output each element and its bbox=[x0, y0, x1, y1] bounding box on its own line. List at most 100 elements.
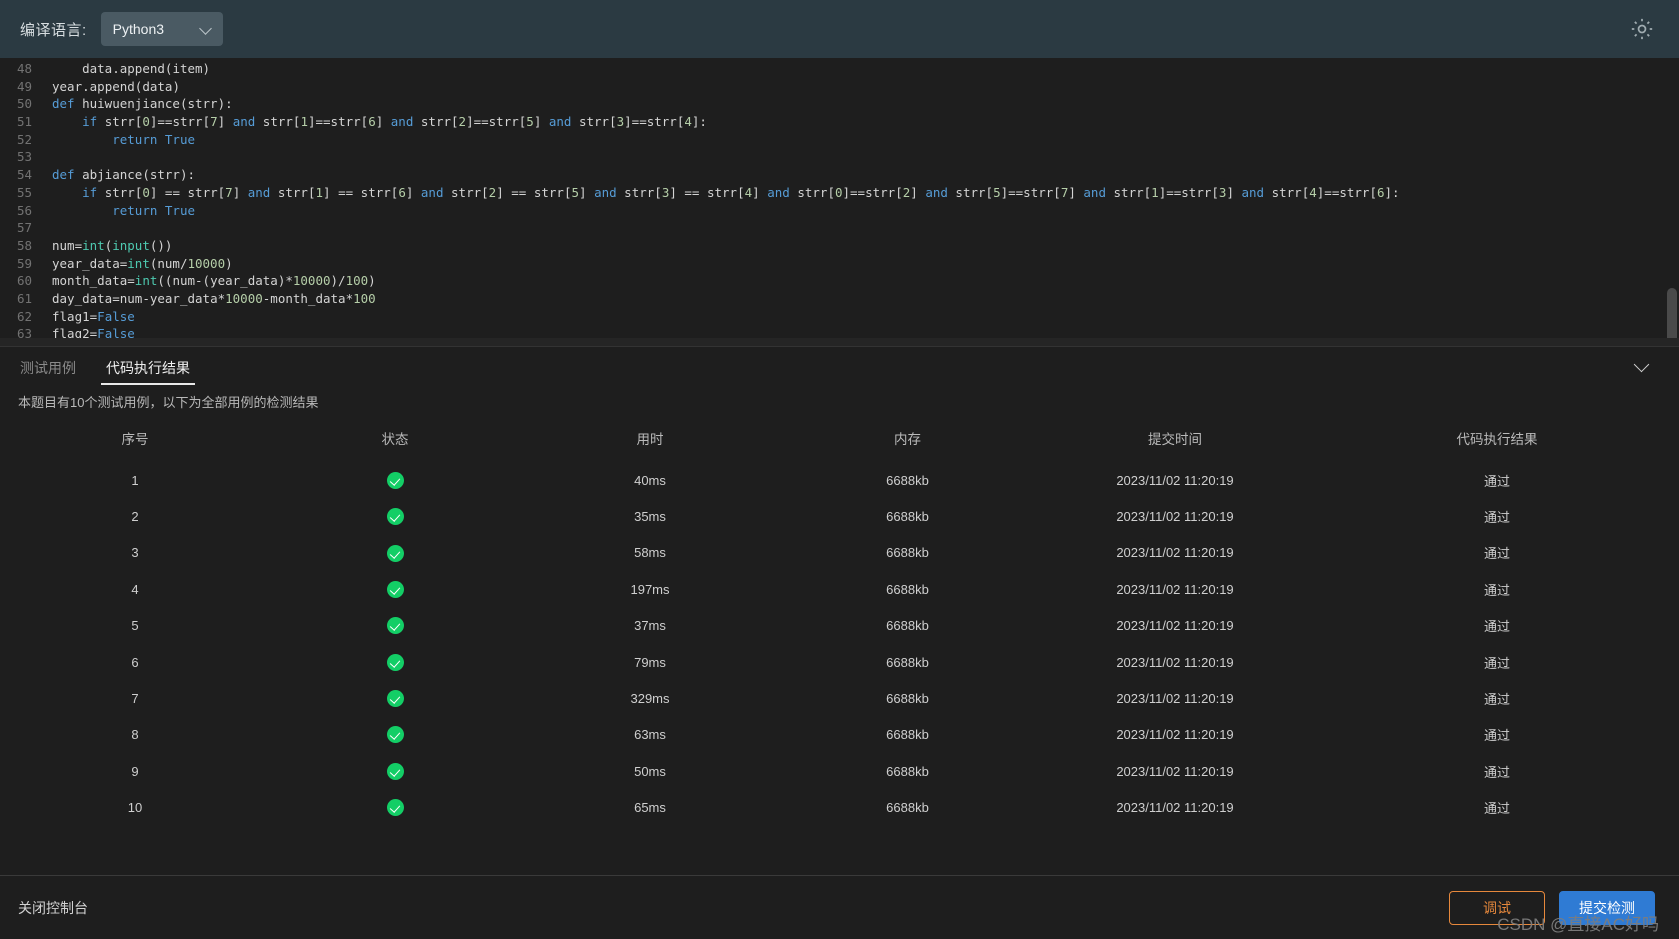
cell-submitted-time: 2023/11/02 11:20:19 bbox=[1116, 763, 1234, 779]
table-row: 3 58ms 6688kb 2023/11/02 11:20:19 通过 bbox=[0, 535, 1679, 571]
cell-result: 通过 bbox=[1483, 473, 1510, 489]
code-line: 52 return True bbox=[0, 131, 1679, 149]
table-row: 5 37ms 6688kb 2023/11/02 11:20:19 通过 bbox=[0, 608, 1679, 644]
cell-time: 58ms bbox=[634, 545, 666, 561]
results-table: 序号 状态 用时 内存 提交时间 代码执行结果 1 40ms 6688kb 2023/… bbox=[0, 420, 1679, 826]
code-line: 56 return True bbox=[0, 202, 1679, 220]
code-line-text: return True bbox=[112, 131, 196, 147]
cell-memory: 6688kb bbox=[886, 763, 929, 779]
code-line-number: 55 bbox=[16, 184, 32, 200]
code-line: 62 flag1=False bbox=[0, 308, 1679, 326]
code-line: 51 if strr[0]==strr[7] and strr[1]==strr… bbox=[0, 113, 1679, 131]
console-tabs: 测试用例 代码执行结果 bbox=[0, 347, 1679, 387]
cell-submitted-time: 2023/11/02 11:20:19 bbox=[1116, 727, 1234, 743]
pass-check-icon bbox=[386, 544, 404, 562]
editor-horizontal-scrollbar[interactable] bbox=[0, 338, 1679, 346]
cell-time: 63ms bbox=[634, 727, 666, 743]
pass-check-icon bbox=[386, 726, 404, 744]
column-header-submitted: 提交时间 bbox=[1148, 432, 1202, 447]
pass-check-icon bbox=[386, 762, 404, 780]
cell-memory: 6688kb bbox=[886, 800, 929, 816]
cell-result: 通过 bbox=[1483, 764, 1510, 780]
cell-time: 37ms bbox=[634, 618, 666, 634]
cell-status bbox=[270, 644, 520, 680]
compile-language-label: 编译语言: bbox=[20, 21, 87, 39]
cell-memory: 6688kb bbox=[886, 545, 929, 561]
code-line-number: 52 bbox=[16, 131, 32, 147]
cell-submitted-time: 2023/11/02 11:20:19 bbox=[1116, 800, 1234, 816]
chevron-down-icon bbox=[201, 23, 213, 35]
column-header-result: 代码执行结果 bbox=[1456, 432, 1538, 447]
table-row: 7 329ms 6688kb 2023/11/02 11:20:19 通过 bbox=[0, 680, 1679, 716]
code-line-number: 62 bbox=[16, 308, 32, 324]
table-row: 9 50ms 6688kb 2023/11/02 11:20:19 通过 bbox=[0, 753, 1679, 789]
results-table-body: 1 40ms 6688kb 2023/11/02 11:20:19 通过 2 35ms 668… bbox=[0, 462, 1679, 826]
debug-button[interactable]: 调试 bbox=[1449, 890, 1545, 925]
code-line-number: 60 bbox=[16, 273, 32, 289]
code-line-number: 53 bbox=[16, 149, 32, 165]
cell-time: 50ms bbox=[634, 763, 666, 779]
cell-status bbox=[270, 571, 520, 607]
code-line-number: 61 bbox=[16, 290, 32, 306]
cell-time: 65ms bbox=[634, 800, 666, 816]
cell-status bbox=[270, 498, 520, 534]
column-header-memory: 内存 bbox=[894, 432, 921, 447]
cell-time: 40ms bbox=[634, 472, 666, 488]
cell-result: 通过 bbox=[1483, 692, 1510, 708]
cell-result: 通过 bbox=[1483, 546, 1510, 562]
code-line: 59 year_data=int(num/10000) bbox=[0, 255, 1679, 273]
cell-index: 6 bbox=[131, 654, 139, 670]
cell-result: 通过 bbox=[1483, 582, 1510, 598]
tab-execution-result[interactable]: 代码执行结果 bbox=[101, 348, 195, 387]
cell-memory: 6688kb bbox=[886, 691, 929, 707]
cell-status bbox=[270, 462, 520, 498]
cell-index: 4 bbox=[131, 581, 139, 597]
cell-memory: 6688kb bbox=[886, 509, 929, 525]
close-console-button[interactable]: 关闭控制台 bbox=[18, 898, 88, 918]
cell-status bbox=[270, 717, 520, 753]
cell-submitted-time: 2023/11/02 11:20:19 bbox=[1116, 472, 1234, 488]
console-info-text: 本题目有10个测试用例，以下为全部用例的检测结果 bbox=[18, 395, 319, 410]
cell-memory: 6688kb bbox=[886, 618, 929, 634]
gear-icon[interactable] bbox=[1629, 16, 1655, 42]
code-editor[interactable]: 48 data.append(item) 49 year.append(data) 5… bbox=[0, 58, 1679, 347]
code-line-number: 48 bbox=[16, 61, 32, 76]
tab-test-cases[interactable]: 测试用例 bbox=[18, 348, 78, 387]
cell-submitted-time: 2023/11/02 11:20:19 bbox=[1116, 509, 1234, 525]
chevron-down-icon[interactable] bbox=[1633, 359, 1651, 371]
code-line-number: 56 bbox=[16, 202, 32, 218]
cell-submitted-time: 2023/11/02 11:20:19 bbox=[1116, 654, 1234, 670]
cell-status bbox=[270, 535, 520, 571]
code-line-text: year_data=int(num/10000) bbox=[52, 255, 233, 271]
cell-result: 通过 bbox=[1483, 510, 1510, 526]
code-line-text: def huiwuenjiance(strr): bbox=[52, 96, 233, 112]
cell-index: 3 bbox=[131, 545, 139, 561]
cell-result: 通过 bbox=[1483, 655, 1510, 671]
column-header-index: 序号 bbox=[121, 432, 149, 447]
code-line: 58 num=int(input()) bbox=[0, 237, 1679, 255]
code-line-text: month_data=int((num-(year_data)*10000)/1… bbox=[52, 273, 376, 289]
table-row: 6 79ms 6688kb 2023/11/02 11:20:19 通过 bbox=[0, 644, 1679, 680]
code-line: 48 data.append(item) bbox=[0, 60, 1679, 78]
code-line-number: 51 bbox=[16, 114, 32, 130]
results-table-header-row: 序号 状态 用时 内存 提交时间 代码执行结果 bbox=[0, 420, 1679, 462]
code-lines[interactable]: 48 data.append(item) 49 year.append(data) 5… bbox=[0, 58, 1679, 343]
console-panel: 测试用例 代码执行结果 本题目有10个测试用例，以下为全部用例的检测结果 序号 … bbox=[0, 347, 1679, 875]
cell-index: 1 bbox=[131, 472, 139, 488]
code-line-text: year.append(data) bbox=[52, 78, 180, 94]
code-line-number: 49 bbox=[16, 78, 32, 94]
results-table-wrapper: 序号 状态 用时 内存 提交时间 代码执行结果 1 40ms 6688kb 2023/… bbox=[0, 420, 1679, 875]
cell-time: 197ms bbox=[630, 581, 670, 597]
submit-button[interactable]: 提交检测 bbox=[1559, 890, 1655, 925]
cell-status bbox=[270, 790, 520, 826]
table-row: 10 65ms 6688kb 2023/11/02 11:20:19 通过 bbox=[0, 790, 1679, 826]
language-select[interactable]: Python3 bbox=[100, 12, 223, 46]
table-row: 8 63ms 6688kb 2023/11/02 11:20:19 通过 bbox=[0, 717, 1679, 753]
cell-submitted-time: 2023/11/02 11:20:19 bbox=[1116, 691, 1234, 707]
cell-memory: 6688kb bbox=[886, 472, 929, 488]
cell-time: 329ms bbox=[630, 691, 670, 707]
cell-submitted-time: 2023/11/02 11:20:19 bbox=[1116, 618, 1234, 634]
language-select-value: Python3 bbox=[112, 21, 165, 37]
cell-index: 10 bbox=[127, 800, 143, 816]
